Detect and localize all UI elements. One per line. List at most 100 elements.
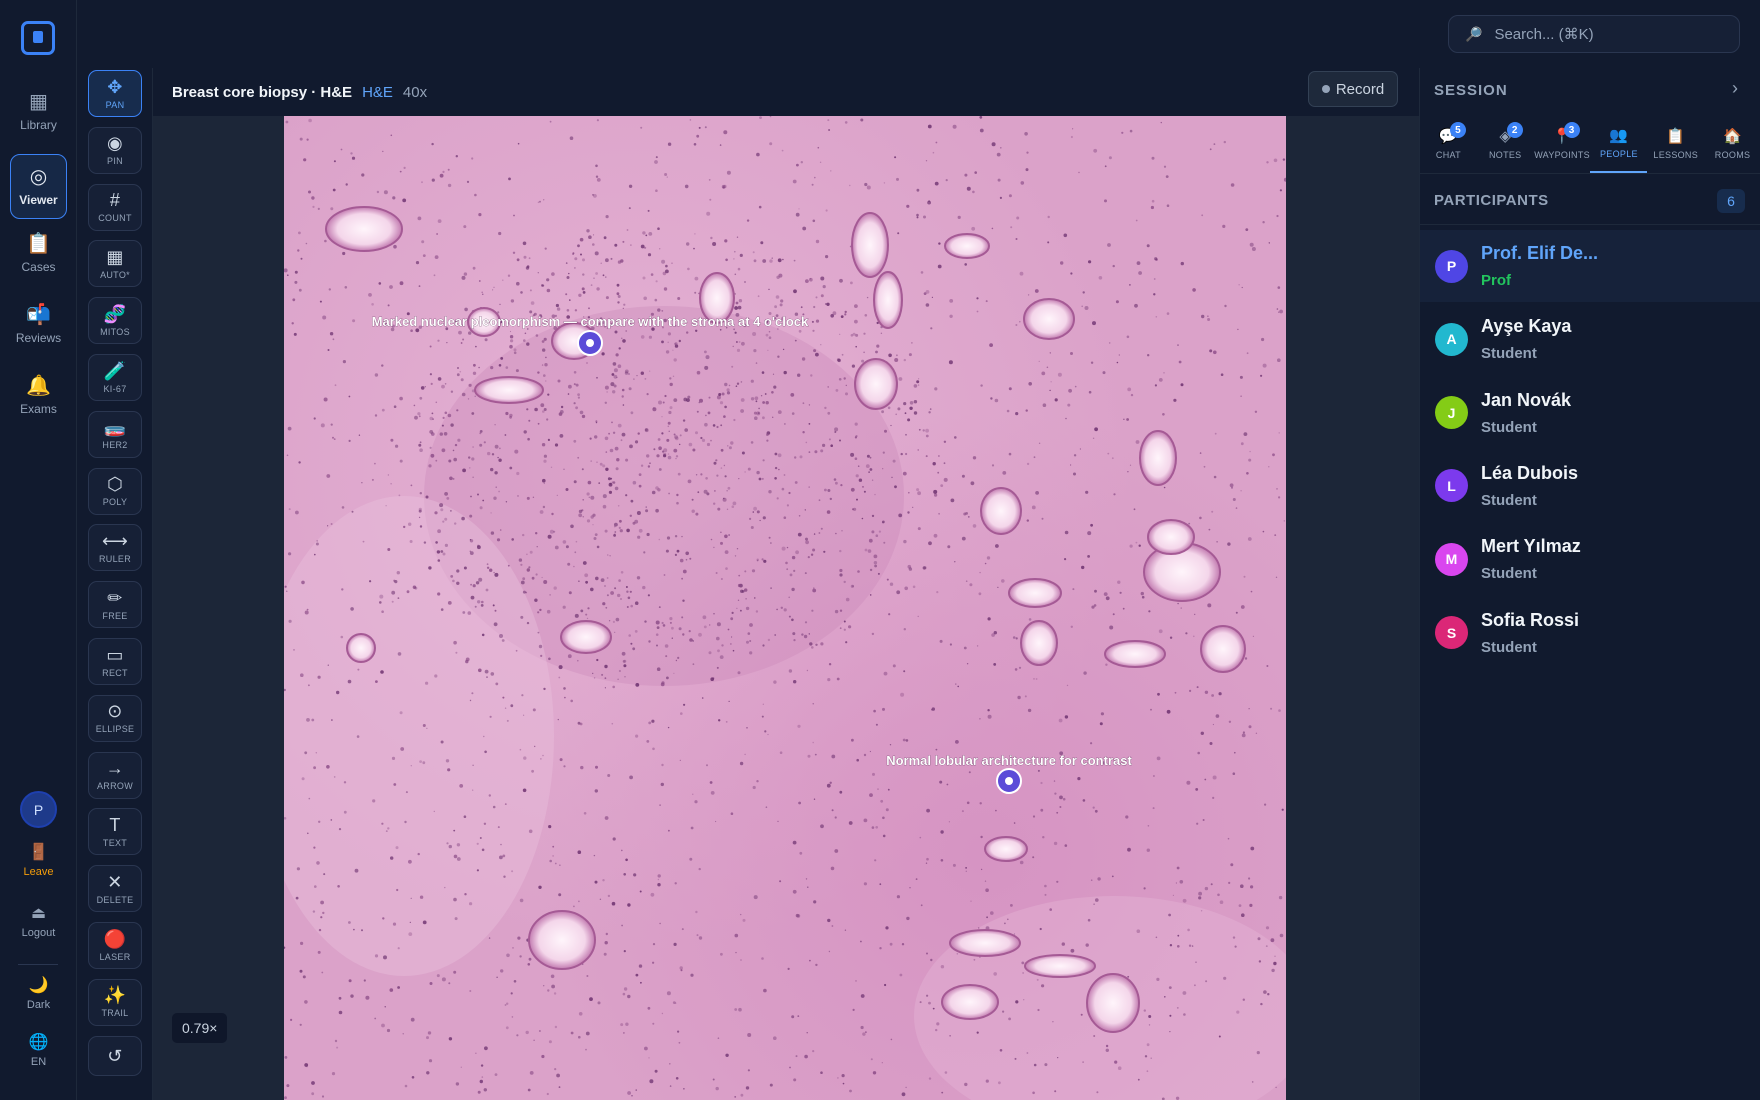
tab-label: LESSONS	[1653, 150, 1699, 160]
tool-label: PAN	[105, 99, 125, 110]
tool-arrow-button[interactable]: → ARROW	[88, 751, 142, 799]
gland-lumen	[325, 206, 403, 252]
text-icon: T	[109, 814, 121, 835]
app-logo[interactable]	[21, 21, 55, 55]
cases-icon: 📋	[26, 233, 51, 255]
tool-ellipse-button[interactable]: ⊙ ELLIPSE	[88, 694, 142, 742]
count-badge: 2	[1506, 122, 1523, 138]
tool-ki67-button[interactable]: 🧪 KI-67	[88, 354, 142, 401]
nav-cases[interactable]: 📋 Cases	[10, 222, 67, 286]
tool-count-button[interactable]: # COUNT	[88, 183, 142, 231]
participant-role: Student	[1481, 491, 1537, 509]
tool-pin-button[interactable]: ◉ PIN	[88, 126, 142, 174]
gland-lumen	[980, 487, 1022, 535]
tool-reset-button[interactable]: ↺	[88, 1035, 142, 1076]
leave-button[interactable]: 🚪 Leave	[4, 844, 73, 879]
divider	[1420, 224, 1760, 225]
avatar: A	[1435, 322, 1468, 356]
laser-icon: 🔴	[103, 928, 127, 949]
exams-icon: 🔔	[26, 375, 51, 397]
tool-label: DELETE	[96, 894, 134, 905]
stain-label[interactable]: H&E	[362, 84, 393, 101]
tab-rooms[interactable]: 🏠 ROOMS	[1704, 116, 1760, 173]
user-avatar[interactable]: P	[20, 791, 57, 828]
theme-toggle[interactable]: 🌙 Dark	[4, 978, 73, 1012]
tool-rect-button[interactable]: ▭ RECT	[88, 638, 142, 685]
annotation-label: Normal lobular architecture for contrast	[886, 753, 1132, 768]
record-button[interactable]: Record	[1308, 71, 1398, 107]
participant-text: Sofia Rossi Student	[1481, 610, 1579, 656]
leave-label: Leave	[23, 866, 54, 878]
search-input[interactable]: 🔎 Search... (⌘K)	[1448, 15, 1740, 53]
gland-lumen	[1008, 578, 1062, 608]
library-icon: ▦	[29, 91, 48, 113]
tool-label: COUNT	[98, 213, 132, 224]
session-tabs: 💬 CHAT 5 ◈ NOTES 2 📍 WAYPOINTS 3 👥 PEOPLE 📋 LESSONS 🏠…	[1420, 116, 1760, 174]
participant-row[interactable]: M Mert Yılmaz Student	[1420, 523, 1760, 595]
tissue-image: Marked nuclear pleomorphism — compare wi…	[284, 116, 1286, 1100]
nav-exams[interactable]: 🔔 Exams	[10, 364, 67, 428]
slide-canvas[interactable]: Marked nuclear pleomorphism — compare wi…	[284, 116, 1286, 1100]
participants-title: PARTICIPANTS	[1434, 192, 1549, 209]
participant-row[interactable]: S Sofia Rossi Student	[1420, 597, 1760, 669]
participant-row[interactable]: A Ayşe Kaya Student	[1420, 303, 1760, 375]
tool-text-button[interactable]: T TEXT	[88, 808, 142, 856]
tool-label: HER2	[102, 440, 128, 451]
tool-poly-button[interactable]: ⬡ POLY	[88, 467, 142, 515]
count-badge: 5	[1450, 122, 1466, 138]
tab-label: PEOPLE	[1599, 149, 1638, 159]
gland-lumen	[1024, 954, 1096, 978]
nav-reviews[interactable]: 📬 Reviews	[10, 293, 67, 357]
tab-waypoints[interactable]: 📍 WAYPOINTS 3	[1534, 116, 1591, 173]
tab-notes[interactable]: ◈ NOTES 2	[1477, 116, 1534, 173]
tab-chat[interactable]: 💬 CHAT 5	[1420, 116, 1477, 173]
participant-role: Prof	[1481, 272, 1511, 289]
participant-role: Student	[1481, 345, 1537, 363]
participant-role: Student	[1481, 418, 1537, 436]
tool-ruler-button[interactable]: ⟷ RULER	[88, 524, 142, 572]
tool-free-button[interactable]: ✏ FREE	[88, 581, 142, 629]
tool-rail: ✥ PAN ◉ PIN # COUNT ▦ AUTO* 🧬 MITOS 🧪 KI-67 🧫 HER2 ⬡ PO…	[77, 68, 153, 1100]
tool-auto-button[interactable]: ▦ AUTO*	[88, 240, 142, 288]
nav-viewer[interactable]: ◎ Viewer	[10, 154, 67, 219]
slide-title: Breast core biopsy · H&E	[172, 83, 353, 101]
language-toggle[interactable]: 🌐 EN	[4, 1035, 73, 1069]
participant-row[interactable]: J Jan Novák Student	[1420, 377, 1760, 449]
tool-label: RULER	[98, 553, 131, 564]
gland-lumen	[949, 929, 1021, 957]
tool-her2-button[interactable]: 🧫 HER2	[88, 410, 142, 458]
tab-lessons[interactable]: 📋 LESSONS	[1647, 116, 1704, 173]
avatar: L	[1435, 469, 1468, 503]
avatar: J	[1435, 396, 1468, 430]
viewer-header: Breast core biopsy · H&E H&E 40x Record	[153, 68, 1419, 116]
participant-name: Jan Novák	[1481, 389, 1572, 410]
participant-text: Jan Novák Student	[1481, 390, 1571, 436]
participant-row[interactable]: L Léa Dubois Student	[1420, 450, 1760, 522]
participant-row[interactable]: P Prof. Elif De... Prof	[1420, 230, 1760, 302]
top-bar: 🔎 Search... (⌘K)	[0, 0, 1760, 68]
chevron-right-icon[interactable]: ›	[1732, 78, 1738, 99]
app-root: 🔎 Search... (⌘K) ▦ Library ◎ Viewer 📋 Ca…	[0, 0, 1760, 1100]
tool-delete-button[interactable]: ✕ DELETE	[88, 865, 142, 913]
gland-lumen	[1104, 640, 1166, 668]
search-placeholder: Search... (⌘K)	[1494, 26, 1594, 43]
tool-trail-button[interactable]: ✨ TRAIL	[88, 978, 142, 1026]
gland-lumen	[528, 910, 596, 970]
nav-rail: ▦ Library ◎ Viewer 📋 Cases 📬 Reviews 🔔 E…	[0, 0, 77, 1100]
nav-library[interactable]: ▦ Library	[10, 80, 67, 144]
rooms-icon: 🏠	[1723, 128, 1743, 145]
avatar: P	[1435, 249, 1468, 283]
nav-divider	[18, 964, 58, 965]
door-icon: 🚪	[28, 844, 49, 861]
record-label: Record	[1335, 80, 1385, 98]
participant-text: Léa Dubois Student	[1481, 463, 1578, 509]
tab-people[interactable]: 👥 PEOPLE	[1590, 116, 1648, 173]
gland-lumen	[1020, 620, 1058, 666]
tool-pan-button[interactable]: ✥ PAN	[88, 70, 142, 117]
logout-button[interactable]: ⏏ Logout	[4, 906, 73, 940]
tool-mitos-button[interactable]: 🧬 MITOS	[88, 297, 142, 345]
zoom-indicator: 0.79×	[172, 1013, 228, 1043]
pan-icon: ✥	[107, 76, 123, 97]
tool-laser-button[interactable]: 🔴 LASER	[88, 922, 142, 969]
gland-lumen	[346, 633, 376, 663]
